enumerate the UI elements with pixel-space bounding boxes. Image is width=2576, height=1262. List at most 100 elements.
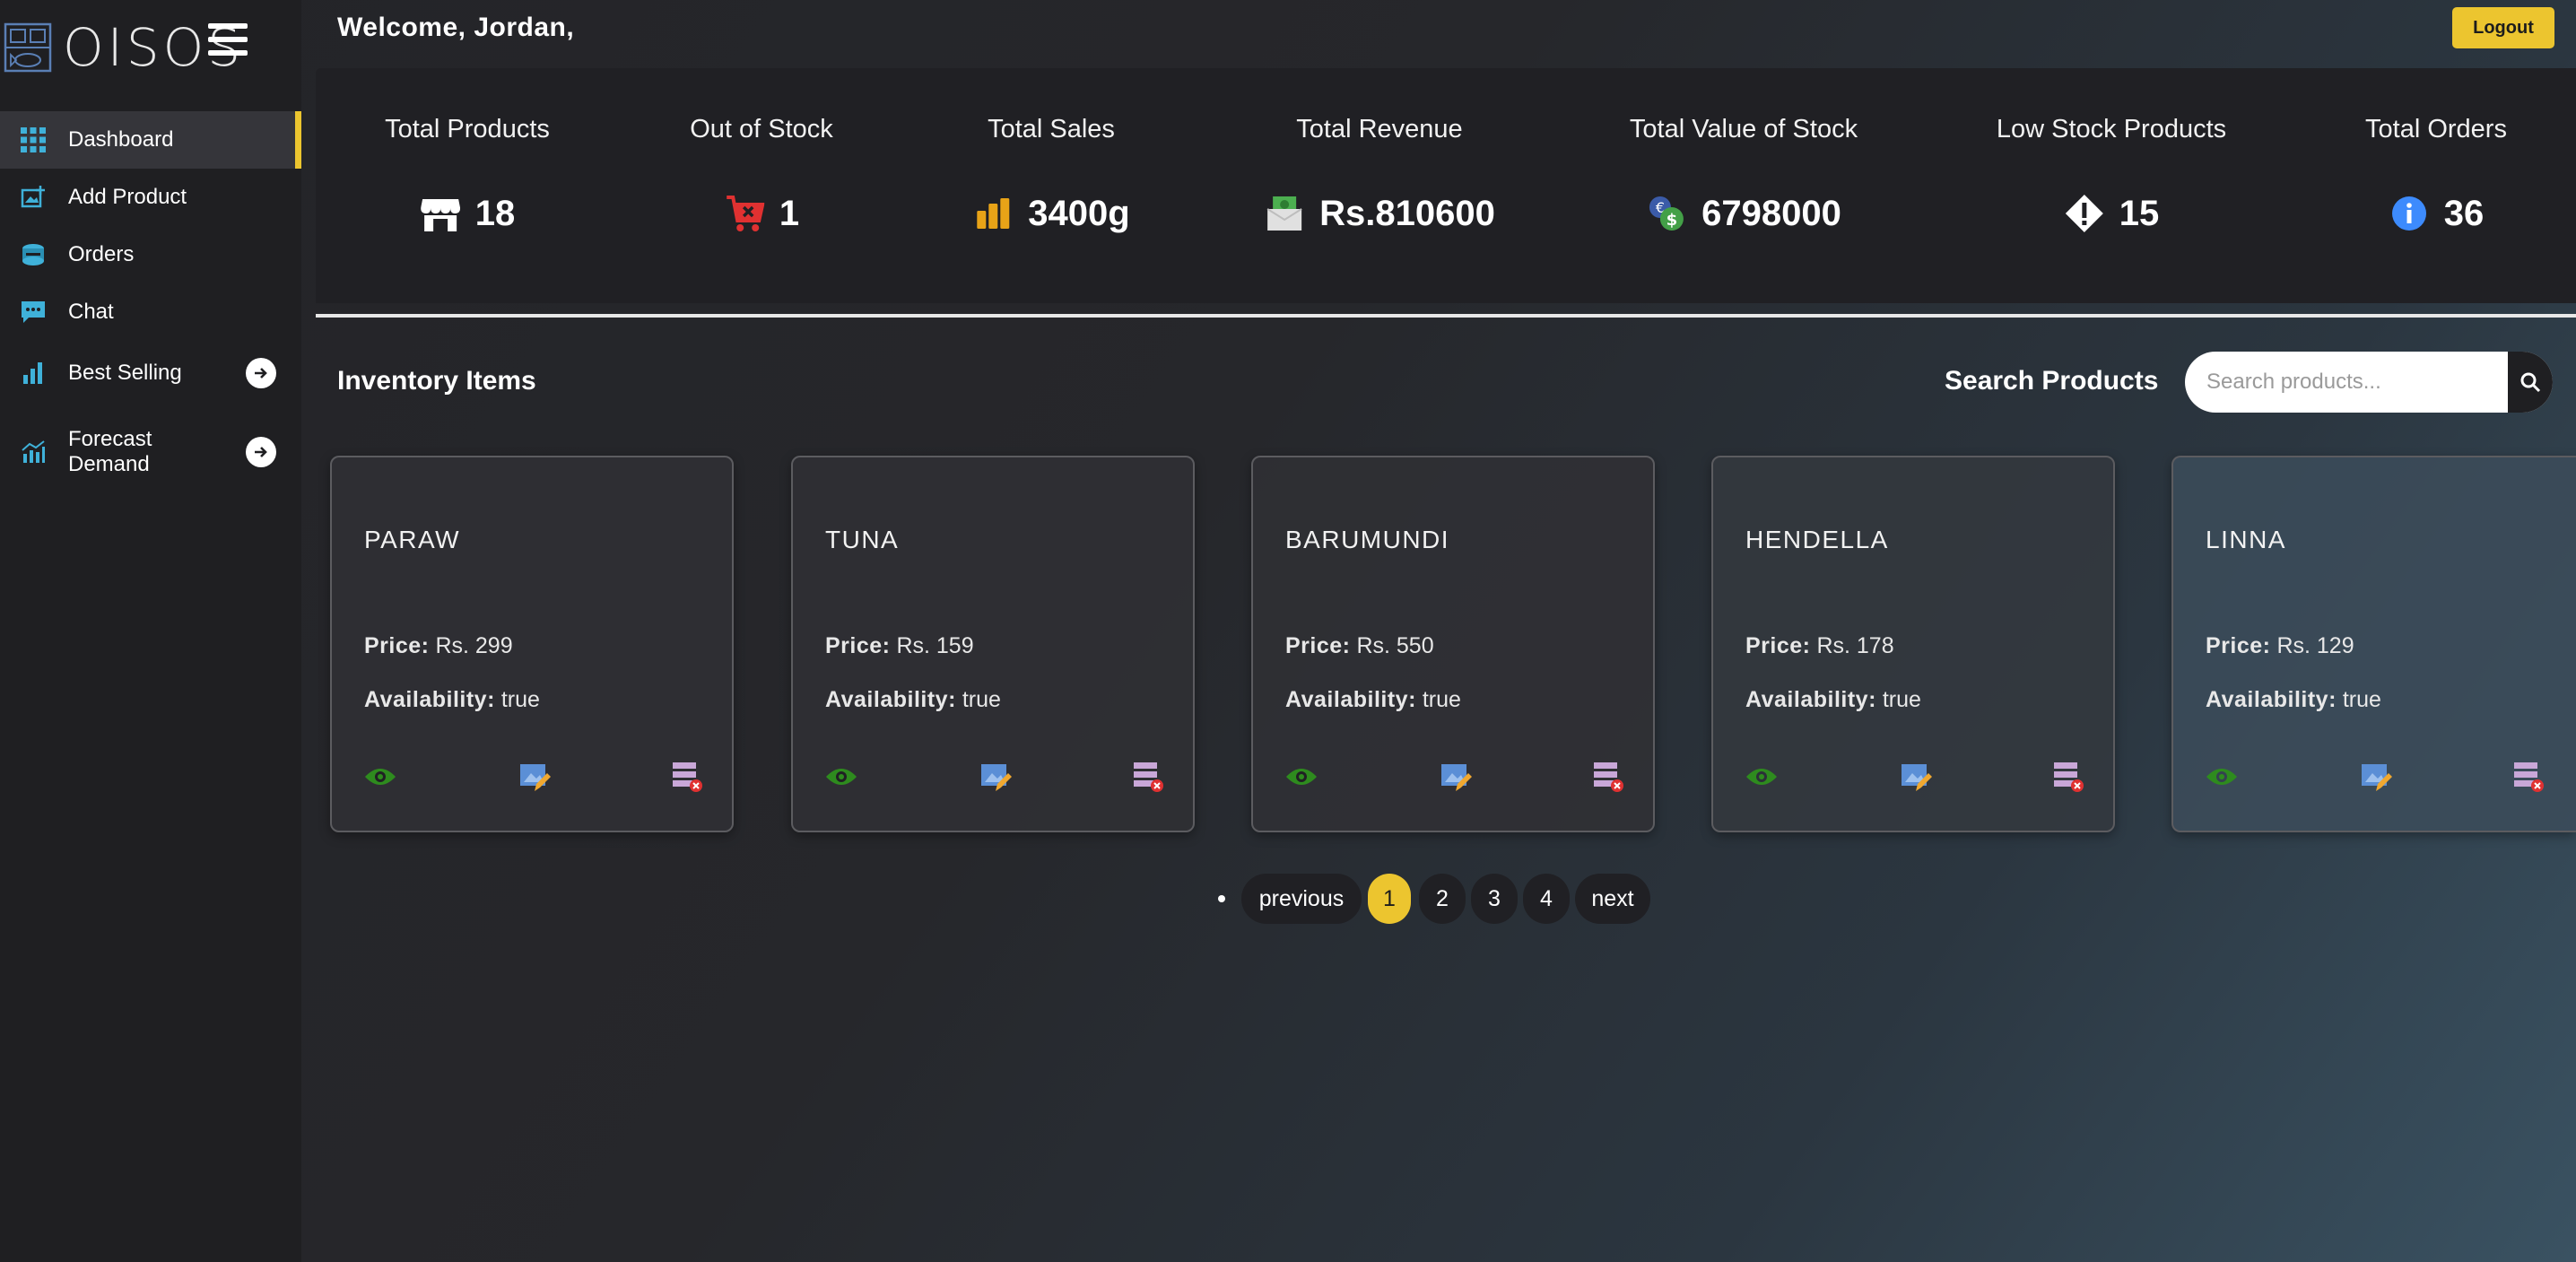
product-name: TUNA	[825, 526, 900, 553]
sidebar: OISOS Dashboard Add Product Orders Chat …	[0, 0, 301, 1262]
product-price: Price: Rs. 299	[364, 633, 513, 659]
stat-low-stock-products: Low Stock Products 15	[1997, 68, 2226, 303]
stat-label: Total Products	[385, 115, 550, 144]
sidebar-item-chat[interactable]: Chat	[0, 283, 301, 341]
stat-value: Rs.810600	[1319, 193, 1495, 233]
page-4-button[interactable]: 4	[1523, 874, 1570, 924]
view-eye-icon[interactable]	[1745, 761, 1778, 793]
edit-icon[interactable]	[2360, 761, 2392, 793]
product-availability: Availability: true	[1745, 687, 1921, 713]
search-icon	[2520, 372, 2541, 393]
product-card: BARUMUNDI Price: Rs. 550 Availability: t…	[1251, 456, 1655, 832]
cart-remove-icon	[724, 193, 765, 234]
menu-toggle-icon[interactable]	[208, 23, 248, 57]
arrow-right-icon[interactable]	[246, 437, 276, 467]
delete-icon[interactable]	[671, 761, 703, 793]
product-card: LINNA Price: Rs. 129 Availability: true	[2171, 456, 2576, 832]
stat-label: Total Orders	[2365, 115, 2507, 144]
view-eye-icon[interactable]	[364, 761, 396, 793]
sidebar-item-best-selling[interactable]: Best Selling	[0, 341, 301, 405]
bar-chart-icon	[972, 193, 1014, 234]
availability-value: true	[1882, 687, 1921, 712]
price-value: Rs. 178	[1816, 633, 1894, 658]
page-3-button[interactable]: 3	[1471, 874, 1518, 924]
availability-label: Availability:	[2206, 687, 2337, 712]
arrow-right-icon[interactable]	[246, 358, 276, 388]
logout-button[interactable]: Logout	[2452, 7, 2554, 48]
product-name: PARAW	[364, 526, 461, 553]
product-availability: Availability: true	[364, 687, 540, 713]
stat-value: 15	[2119, 193, 2160, 233]
sidebar-item-label: Orders	[68, 242, 135, 266]
product-price: Price: Rs. 159	[825, 633, 974, 659]
availability-label: Availability:	[1285, 687, 1416, 712]
orders-icon	[20, 241, 47, 268]
stat-value: 36	[2443, 193, 2485, 233]
sidebar-item-label: Chat	[68, 300, 114, 324]
delete-icon[interactable]	[1592, 761, 1624, 793]
stat-out-of-stock: Out of Stock 1	[690, 68, 833, 303]
stat-label: Low Stock Products	[1996, 115, 2227, 144]
product-name: HENDELLA	[1745, 526, 1889, 553]
next-button[interactable]: next	[1575, 874, 1650, 924]
svg-text:$: $	[1667, 211, 1678, 230]
delete-icon[interactable]	[1132, 761, 1164, 793]
edit-icon[interactable]	[518, 761, 551, 793]
product-name: LINNA	[2206, 526, 2286, 553]
stat-label: Total Revenue	[1296, 115, 1463, 144]
sidebar-item-forecast-demand[interactable]: Forecast Demand	[0, 405, 301, 499]
sidebar-item-label: Add Product	[68, 185, 187, 209]
delete-icon[interactable]	[2512, 761, 2545, 793]
price-value: Rs. 159	[896, 633, 974, 658]
stat-label: Total Sales	[988, 115, 1115, 144]
stat-total-value-of-stock: Total Value of Stock € $ 6798000	[1630, 68, 1858, 303]
sidebar-item-dashboard[interactable]: Dashboard	[0, 111, 301, 169]
price-label: Price:	[1745, 633, 1811, 658]
product-availability: Availability: true	[1285, 687, 1461, 713]
product-card: HENDELLA Price: Rs. 178 Availability: tr…	[1711, 456, 2115, 832]
page-1-button[interactable]: 1	[1368, 874, 1411, 924]
product-price: Price: Rs. 178	[1745, 633, 1894, 659]
edit-icon[interactable]	[1900, 761, 1932, 793]
availability-value: true	[2342, 687, 2381, 712]
edit-icon[interactable]	[1440, 761, 1472, 793]
previous-button[interactable]: previous	[1241, 874, 1362, 924]
delete-icon[interactable]	[2052, 761, 2084, 793]
add-image-icon	[20, 184, 47, 211]
price-label: Price:	[1285, 633, 1351, 658]
availability-value: true	[962, 687, 1001, 712]
sidebar-item-orders[interactable]: Orders	[0, 226, 301, 283]
forecast-chart-icon	[20, 439, 47, 466]
sidebar-item-add-product[interactable]: Add Product	[0, 169, 301, 226]
availability-label: Availability:	[825, 687, 956, 712]
view-eye-icon[interactable]	[2206, 761, 2238, 793]
product-availability: Availability: true	[2206, 687, 2381, 713]
product-price: Price: Rs. 550	[1285, 633, 1434, 659]
stat-value: 18	[474, 193, 516, 233]
info-icon	[2389, 193, 2430, 234]
price-value: Rs. 550	[1356, 633, 1434, 658]
price-value: Rs. 299	[435, 633, 513, 658]
pagination: previous 1 2 3 4 next	[1211, 874, 1659, 924]
coins-icon: € $	[1646, 193, 1687, 234]
welcome-text: Welcome, Jordan,	[337, 13, 575, 42]
page-2-button[interactable]: 2	[1419, 874, 1466, 924]
stat-label: Total Value of Stock	[1629, 115, 1858, 144]
view-eye-icon[interactable]	[825, 761, 857, 793]
price-value: Rs. 129	[2276, 633, 2354, 658]
stat-total-orders: Total Orders 36	[2365, 68, 2507, 303]
price-label: Price:	[2206, 633, 2271, 658]
product-name: BARUMUNDI	[1285, 526, 1450, 553]
bar-chart-icon	[20, 360, 47, 387]
stat-total-revenue: Total Revenue Rs.810600	[1264, 68, 1495, 303]
search-button[interactable]	[2508, 352, 2553, 413]
inventory-title: Inventory Items	[337, 366, 536, 396]
sidebar-item-label: Dashboard	[68, 127, 174, 152]
search-input[interactable]	[2185, 352, 2508, 413]
sidebar-item-label: Best Selling	[68, 361, 182, 385]
edit-icon[interactable]	[979, 761, 1012, 793]
stat-total-sales: Total Sales 3400g	[972, 68, 1130, 303]
sidebar-nav: Dashboard Add Product Orders Chat Best S…	[0, 111, 301, 499]
store-icon	[420, 193, 461, 234]
view-eye-icon[interactable]	[1285, 761, 1318, 793]
